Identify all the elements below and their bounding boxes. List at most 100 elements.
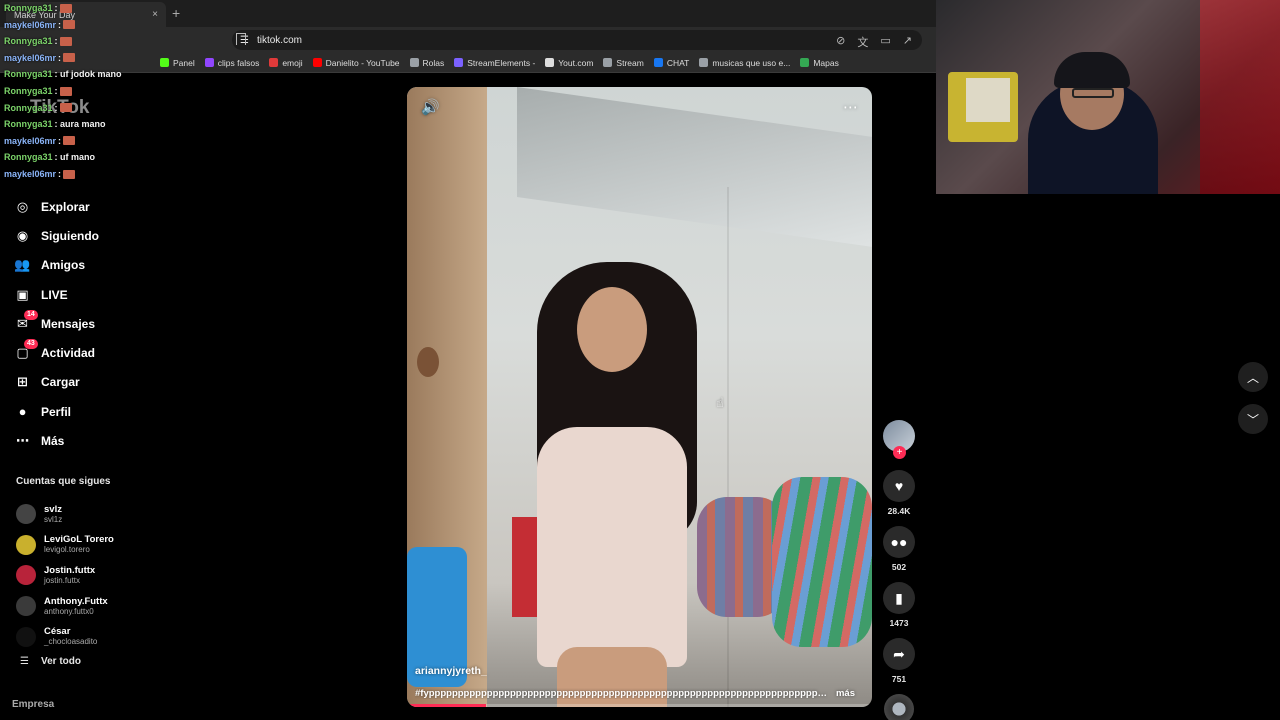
account-username: jostin.futtx	[44, 575, 81, 585]
video-player[interactable]: 🔊 ⋯ ariannyjyreth_ #fypppppppppppppppppp…	[407, 87, 872, 707]
video-author[interactable]: ariannyjyreth_	[415, 665, 487, 677]
webcam-streamer-glasses	[1072, 88, 1114, 98]
volume-icon[interactable]: 🔊	[421, 98, 440, 116]
sidebar-item-amigos[interactable]: 👥 Amigos	[14, 251, 154, 280]
folder-icon	[409, 58, 419, 67]
bookmark-icon: ▮	[895, 589, 903, 606]
like-button[interactable]: ♥	[883, 470, 915, 502]
sidebar-item-mensajes[interactable]: ✉ 14 Mensajes	[14, 309, 154, 338]
video-subject-dress	[537, 427, 687, 667]
list-icon: ☰	[20, 656, 29, 667]
sidebar-item-label: Perfil	[41, 404, 72, 419]
emote-icon	[63, 136, 76, 146]
share-button[interactable]: ➦	[883, 638, 915, 670]
sidebar-nav: ◎ Explorar ◉ Siguiendo 👥 Amigos ▣ LIVE ✉ 14 Mensaj…	[14, 192, 154, 456]
sidebar-item-explorar[interactable]: ◎ Explorar	[14, 192, 154, 221]
following-account[interactable]: Anthony.Futtx anthony.futtx0	[16, 591, 156, 622]
new-tab-button[interactable]: +	[172, 5, 180, 21]
bookmark-item[interactable]: CHAT	[653, 57, 690, 68]
url-field[interactable]: ☰ tiktok.com ⊘ 文 ▭ ↗	[232, 30, 922, 50]
share-icon[interactable]: ↗	[903, 34, 912, 50]
tracking-icon[interactable]: ⊘	[836, 34, 845, 50]
empresa-link[interactable]: Empresa	[12, 699, 54, 710]
like-count: 28.4K	[887, 506, 911, 516]
chat-message: Ronnyga31:	[4, 3, 72, 13]
webcam-overlay	[936, 0, 1280, 194]
emote-icon	[59, 3, 72, 13]
bookmark-item[interactable]: clips falsos	[204, 57, 260, 68]
bookmark-item[interactable]: StreamElements -	[454, 58, 535, 68]
cast-icon[interactable]: ▭	[880, 34, 890, 50]
account-text: LeviGoL Torero levigol.torero	[44, 535, 114, 555]
bookmark-label: Rolas	[422, 57, 445, 68]
upload-icon: ⊞	[17, 374, 28, 390]
bookmark-item[interactable]: emoji	[269, 57, 303, 68]
chat-username: maykel06mr	[4, 52, 57, 63]
creator-avatar[interactable]: +	[883, 420, 915, 459]
following-account[interactable]: svlz svl1z	[16, 499, 156, 530]
bookmark-item[interactable]: Panel	[160, 58, 195, 68]
folder-icon	[699, 58, 709, 67]
webcam-streamer-cap	[1054, 52, 1130, 88]
sidebar-item-label: Mensajes	[41, 316, 96, 331]
chat-text: :	[54, 86, 58, 96]
chat-text: :	[54, 3, 58, 13]
chat-text: :	[54, 102, 58, 113]
video-progress-bar[interactable]	[407, 704, 872, 707]
comment-button[interactable]: ●●	[883, 526, 915, 558]
url-text: tiktok.com	[256, 34, 302, 46]
sidebar-item-live[interactable]: ▣ LIVE	[14, 280, 154, 309]
chat-message: Ronnyga31: uf mano	[4, 152, 95, 162]
following-account[interactable]: LeviGoL Torero levigol.torero	[16, 530, 156, 561]
follow-plus-icon[interactable]: +	[893, 446, 906, 459]
see-all-link[interactable]: ☰ Ver todo	[20, 656, 81, 667]
see-all-label: Ver todo	[40, 656, 81, 667]
bookmark-item[interactable]: Mapas	[800, 58, 839, 68]
more-options-icon[interactable]: ⋯	[843, 98, 858, 116]
bookmark-star-icon[interactable]	[236, 33, 246, 45]
chat-message: Ronnyga31:	[4, 103, 72, 113]
youtube-icon	[312, 58, 322, 67]
bookmark-label: Mapas	[813, 57, 839, 68]
maps-icon	[800, 58, 810, 67]
chat-username: maykel06mr	[4, 169, 57, 179]
translate-icon[interactable]: 文	[857, 34, 868, 50]
friends-icon: 👥	[14, 257, 31, 273]
notification-badge: 14	[24, 310, 38, 321]
chat-username: Ronnyga31	[4, 86, 53, 96]
bookmark-label: CHAT	[666, 57, 690, 68]
lightning-icon	[269, 58, 279, 67]
sidebar-item-cargar[interactable]: ⊞ Cargar	[14, 368, 154, 397]
account-name: Anthony.Futtx	[44, 595, 108, 607]
following-account[interactable]: Jostin.futtx jostin.futtx	[16, 560, 156, 591]
save-button[interactable]: ▮	[883, 582, 915, 614]
bookmark-item[interactable]: musicas que uso e...	[699, 58, 790, 68]
music-disc-icon[interactable]	[884, 694, 914, 720]
live-icon: ▣	[16, 286, 29, 302]
url-actions: ⊘ 文 ▭ ↗	[836, 34, 912, 50]
sidebar-item-label: Más	[41, 434, 65, 449]
sidebar-item-ms[interactable]: ⋯ Más	[14, 426, 154, 455]
notification-badge: 43	[24, 339, 38, 350]
share-arrow-icon: ➦	[893, 645, 905, 662]
sidebar-item-siguiendo[interactable]: ◉ Siguiendo	[14, 221, 154, 250]
following-account[interactable]: César _chocloasadito	[16, 621, 156, 652]
bookmark-item[interactable]: Yout.com	[545, 58, 593, 68]
sidebar-item-actividad[interactable]: ▢ 43 Actividad	[14, 338, 154, 367]
sidebar-item-perfil[interactable]: ● Perfil	[14, 397, 154, 426]
next-video-button[interactable]: ﹀	[1238, 404, 1268, 434]
bookmark-label: Yout.com	[558, 57, 594, 68]
bookmark-item[interactable]: Danielito - YouTube	[312, 57, 400, 68]
bookmark-item[interactable]: Stream	[603, 58, 644, 68]
emote-icon	[59, 36, 72, 46]
bookmark-label: Danielito - YouTube	[325, 57, 400, 68]
following-list: svlz svl1z LeviGoL Torero levigol.torero Jos…	[16, 499, 156, 652]
action-rail: + ♥ 28.4K ●● 502 ▮ 1473 ➦ 751	[880, 420, 918, 720]
previous-video-button[interactable]: ︿	[1238, 362, 1268, 392]
caption-more-button[interactable]: más	[836, 688, 855, 699]
bookmark-label: clips falsos	[217, 57, 260, 68]
bookmark-item[interactable]: Rolas	[409, 57, 445, 68]
bookmark-label: emoji	[282, 57, 303, 68]
save-count: 1473	[889, 618, 909, 628]
chat-message: Ronnyga31: aura mano	[4, 119, 106, 129]
